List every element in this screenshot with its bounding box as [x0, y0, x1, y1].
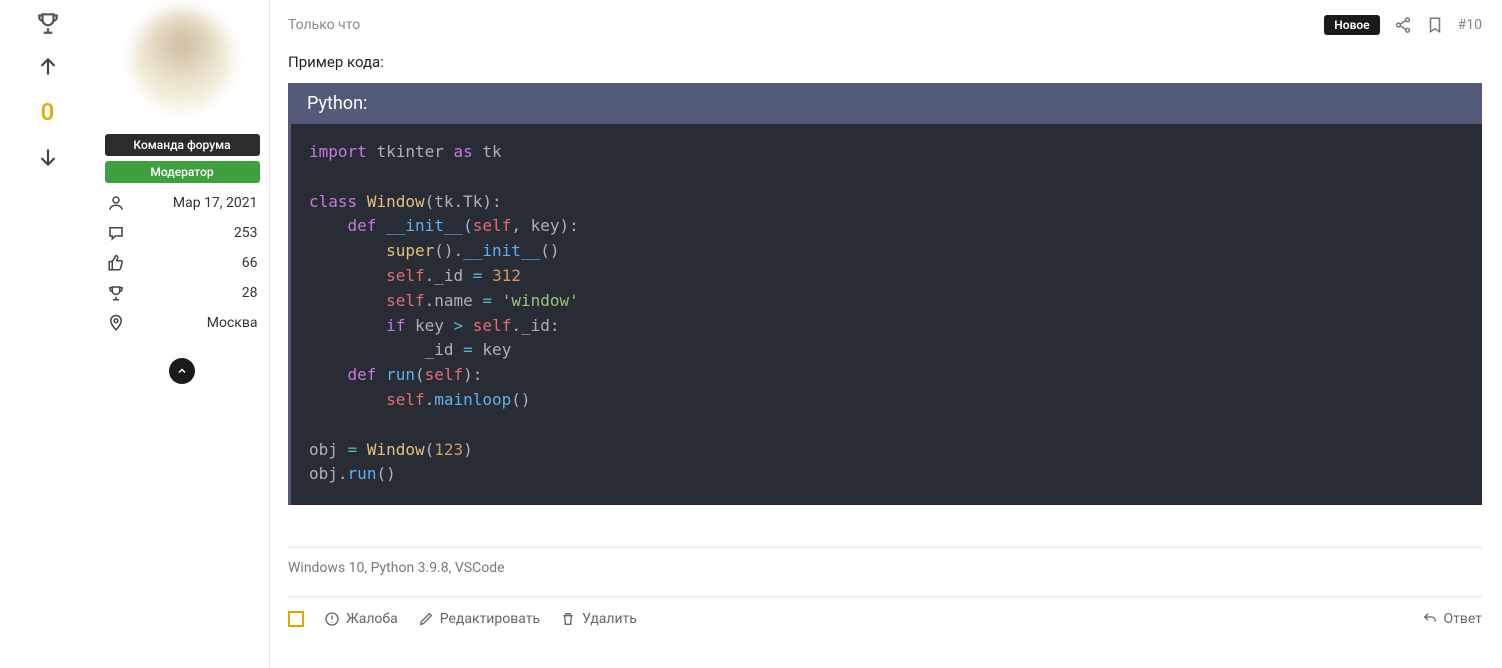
trophy-small-icon — [107, 284, 125, 302]
vote-count: 0 — [41, 98, 55, 126]
timestamp[interactable]: Только что — [288, 17, 360, 33]
report-label: Жалоба — [346, 611, 398, 627]
code-block: Python: import tkinter as tk class Windo… — [288, 83, 1482, 505]
post-footer: Жалоба Редактировать Удалить Ответ — [288, 596, 1482, 641]
thumbs-up-icon — [107, 254, 125, 272]
stat-join-date: Мар 17, 2021 — [105, 188, 260, 218]
report-button[interactable]: Жалоба — [324, 611, 398, 627]
stat-trophies: 28 — [105, 278, 260, 308]
post-column: Только что Новое #10 Пример кода: Python… — [270, 0, 1502, 668]
post-body: Пример кода: Python: import tkinter as t… — [288, 53, 1482, 596]
reply-label: Ответ — [1444, 611, 1482, 627]
warning-icon — [324, 611, 340, 627]
bookmark-icon[interactable] — [1426, 16, 1444, 34]
edit-button[interactable]: Редактировать — [418, 611, 540, 627]
posts-value: 253 — [234, 225, 258, 241]
chevron-up-icon — [176, 365, 188, 377]
avatar[interactable] — [132, 10, 232, 110]
trophy-icon — [35, 10, 61, 36]
post-header-actions: Новое #10 — [1324, 15, 1482, 35]
signature: Windows 10, Python 3.9.8, VSCode — [288, 548, 1482, 596]
new-badge: Новое — [1324, 15, 1379, 35]
share-icon[interactable] — [1394, 16, 1412, 34]
user-icon — [107, 194, 125, 212]
stat-posts: 253 — [105, 218, 260, 248]
upvote-icon[interactable] — [35, 54, 61, 80]
trophies-value: 28 — [242, 285, 258, 301]
moderator-badge: Модератор — [105, 161, 260, 183]
stat-location: Москва — [105, 308, 260, 338]
select-checkbox[interactable] — [288, 611, 304, 627]
downvote-icon[interactable] — [35, 144, 61, 170]
reply-button[interactable]: Ответ — [1422, 611, 1482, 627]
pencil-icon — [418, 611, 434, 627]
team-badge: Команда форума — [105, 134, 260, 156]
post-number[interactable]: #10 — [1458, 17, 1482, 33]
collapse-button[interactable] — [169, 358, 195, 384]
likes-value: 66 — [242, 255, 258, 271]
post-header: Только что Новое #10 — [288, 15, 1482, 35]
location-value: Москва — [207, 315, 258, 331]
user-column: Команда форума Модератор Мар 17, 2021 25… — [95, 0, 270, 668]
code-language-label: Python: — [291, 83, 1482, 124]
join-date-value: Мар 17, 2021 — [173, 195, 258, 211]
message-icon — [107, 224, 125, 242]
post-intro: Пример кода: — [288, 53, 1482, 71]
delete-label: Удалить — [582, 611, 637, 627]
edit-label: Редактировать — [440, 611, 540, 627]
code-body: import tkinter as tk class Window(tk.Tk)… — [291, 124, 1482, 505]
delete-button[interactable]: Удалить — [560, 611, 637, 627]
reply-icon — [1422, 611, 1438, 627]
pin-icon — [107, 314, 125, 332]
vote-column: 0 — [0, 0, 95, 668]
stat-likes: 66 — [105, 248, 260, 278]
trash-icon — [560, 611, 576, 627]
